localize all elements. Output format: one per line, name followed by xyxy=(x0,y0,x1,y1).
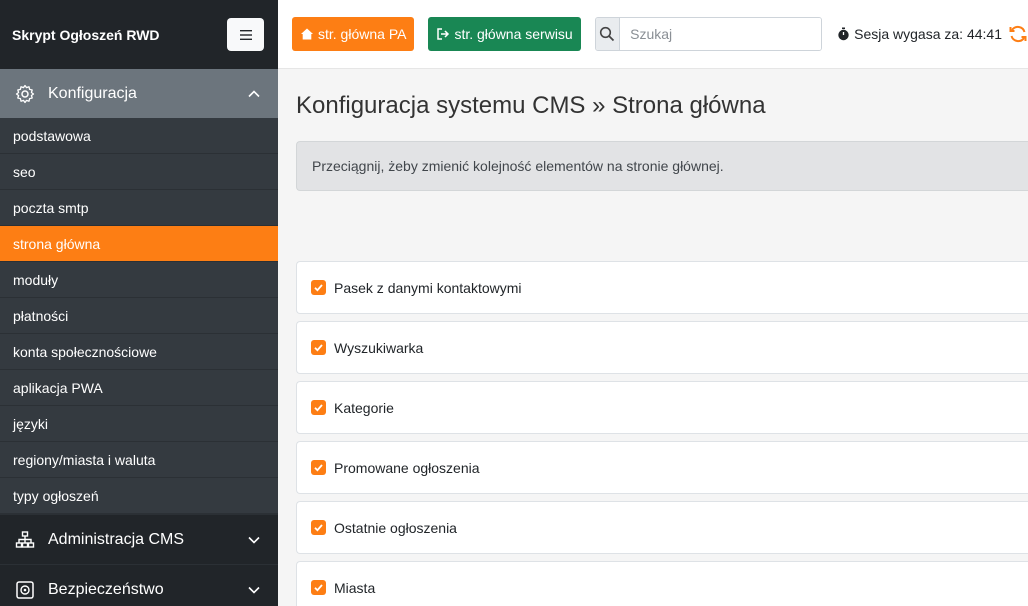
page-title: Konfiguracja systemu CMS » Strona główna xyxy=(296,92,766,119)
sidebar-section-label: Administracja CMS xyxy=(48,530,185,548)
topbar: str. główna PA str. główna serwisu Szuka… xyxy=(278,0,1028,69)
search-icon xyxy=(600,26,615,42)
item-label: Ostatnie ogłoszenia xyxy=(334,519,457,536)
search-button[interactable] xyxy=(595,18,621,50)
sidebar-item-strona-glowna[interactable]: strona główna xyxy=(0,226,278,262)
checkbox[interactable] xyxy=(311,280,326,295)
checkbox[interactable] xyxy=(311,520,326,535)
sidebar-section-administracja[interactable]: Administracja CMS xyxy=(0,514,278,564)
sidebar: Skrypt Ogłoszeń RWD Konfiguracja podstaw… xyxy=(0,0,278,606)
external-link-icon xyxy=(436,27,450,41)
homepage-elements-list: Pasek z danymi kontaktowymi Wyszukiwarka… xyxy=(296,261,1028,606)
item-label: Pasek z danymi kontaktowymi xyxy=(334,279,522,296)
stopwatch-icon xyxy=(836,27,850,41)
list-item[interactable]: Wyszukiwarka xyxy=(296,321,1028,374)
alert-text: Przeciągnij, żeby zmienić kolejność elem… xyxy=(312,158,724,174)
menu-toggle-button[interactable] xyxy=(227,18,264,51)
sidebar-item-jezyki[interactable]: języki xyxy=(0,406,278,442)
list-item[interactable]: Miasta xyxy=(296,561,1028,606)
home-icon xyxy=(300,27,314,41)
refresh-session-icon[interactable] xyxy=(1008,24,1028,44)
checkmark-icon xyxy=(314,344,323,352)
sitemap-icon xyxy=(14,529,36,551)
home-pa-button[interactable]: str. główna PA xyxy=(292,17,415,51)
safe-icon xyxy=(14,579,36,601)
list-item[interactable]: Pasek z danymi kontaktowymi xyxy=(296,261,1028,314)
checkmark-icon xyxy=(314,524,323,532)
sidebar-item-regiony[interactable]: regiony/miasta i waluta xyxy=(0,442,278,478)
chevron-down-icon xyxy=(244,530,264,550)
checkbox[interactable] xyxy=(311,580,326,595)
brand-bar: Skrypt Ogłoszeń RWD xyxy=(0,0,278,69)
search-input[interactable] xyxy=(620,18,822,50)
sidebar-section-bezpieczenstwo[interactable]: Bezpieczeństwo xyxy=(0,564,278,606)
sidebar-section-label: Bezpieczeństwo xyxy=(48,580,164,598)
sidebar-item-konta-spolecznosciowe[interactable]: konta społecznościowe xyxy=(0,334,278,370)
home-site-label: str. główna serwisu xyxy=(454,26,573,42)
hamburger-icon xyxy=(239,29,252,40)
sidebar-item-platnosci[interactable]: płatności xyxy=(0,298,278,334)
search-group xyxy=(594,17,823,51)
sidebar-section-label: Konfiguracja xyxy=(48,84,137,102)
checkbox[interactable] xyxy=(311,460,326,475)
chevron-up-icon xyxy=(244,84,264,104)
chevron-down-icon xyxy=(244,580,264,600)
sidebar-item-poczta-smtp[interactable]: poczta smtp xyxy=(0,190,278,226)
info-alert: Przeciągnij, żeby zmienić kolejność elem… xyxy=(296,141,1028,191)
sidebar-item-seo[interactable]: seo xyxy=(0,154,278,190)
item-label: Promowane ogłoszenia xyxy=(334,459,480,476)
sidebar-item-typy-ogloszen[interactable]: typy ogłoszeń xyxy=(0,478,278,514)
checkmark-icon xyxy=(314,584,323,592)
list-item[interactable]: Kategorie xyxy=(296,381,1028,434)
sidebar-submenu: podstawowa seo poczta smtp strona główna… xyxy=(0,118,278,514)
list-item[interactable]: Ostatnie ogłoszenia xyxy=(296,501,1028,554)
brand-title: Skrypt Ogłoszeń RWD xyxy=(12,26,160,43)
sidebar-item-aplikacja-pwa[interactable]: aplikacja PWA xyxy=(0,370,278,406)
sidebar-item-podstawowa[interactable]: podstawowa xyxy=(0,118,278,154)
session-text: Sesja wygasa za: 44:41 xyxy=(854,26,1002,42)
item-label: Wyszukiwarka xyxy=(334,339,424,356)
session-timer: Sesja wygasa za: 44:41 xyxy=(836,24,1028,44)
item-label: Kategorie xyxy=(334,399,394,416)
item-label: Miasta xyxy=(334,579,376,596)
checkmark-icon xyxy=(314,404,323,412)
checkmark-icon xyxy=(314,464,323,472)
checkbox[interactable] xyxy=(311,340,326,355)
sidebar-item-moduly[interactable]: moduły xyxy=(0,262,278,298)
main-content: Konfiguracja systemu CMS » Strona główna… xyxy=(278,69,1028,606)
home-pa-label: str. główna PA xyxy=(318,26,407,42)
home-site-button[interactable]: str. główna serwisu xyxy=(428,17,581,51)
checkbox[interactable] xyxy=(311,400,326,415)
gear-icon xyxy=(14,83,36,105)
checkmark-icon xyxy=(314,284,323,292)
sidebar-section-konfiguracja[interactable]: Konfiguracja xyxy=(0,69,278,118)
list-item[interactable]: Promowane ogłoszenia xyxy=(296,441,1028,494)
